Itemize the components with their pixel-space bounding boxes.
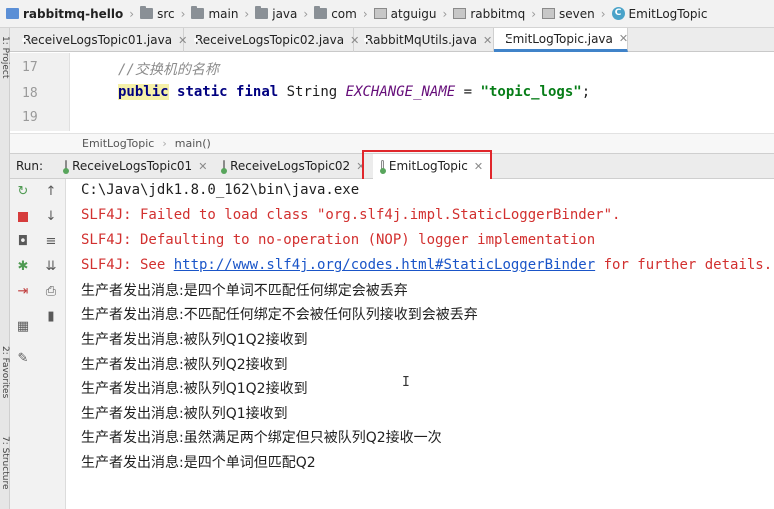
editor-gutter: 17 18 19 xyxy=(10,53,70,131)
console-message: 生产者发出消息:是四个单词但匹配Q2 xyxy=(81,455,316,471)
close-icon[interactable]: ✕ xyxy=(483,34,492,47)
folder-icon xyxy=(255,6,269,19)
code-line-18: public static final String EXCHANGE_NAME… xyxy=(118,84,590,100)
scroll-down-icon[interactable]: ↓ xyxy=(44,210,58,224)
keyword-final: final xyxy=(236,84,279,100)
editor-tab-bar: ReceiveLogsTopic01.java ✕ ReceiveLogsTopi… xyxy=(0,28,774,52)
breadcrumb-project[interactable]: rabbitmq-hello xyxy=(6,7,123,21)
breadcrumb-item-atguigu[interactable]: atguigu xyxy=(373,7,437,21)
equals-sign: = xyxy=(463,84,473,100)
string-literal: "topic_logs" xyxy=(480,84,582,100)
left-tool-strip: 1: Project 2: Favorites 7: Structure xyxy=(0,28,10,509)
line-number: 18 xyxy=(22,86,38,101)
type-string: String xyxy=(286,84,338,100)
package-icon xyxy=(373,8,387,19)
project-tool-button[interactable]: 1: Project xyxy=(0,36,10,78)
java-class-icon: C xyxy=(611,7,625,20)
scroll-up-icon[interactable]: ↑ xyxy=(44,185,58,199)
stop-icon[interactable] xyxy=(16,210,30,224)
breadcrumb-item-java[interactable]: java xyxy=(255,6,297,21)
breadcrumb-separator: › xyxy=(129,6,135,21)
breadcrumb-separator: › xyxy=(362,6,368,21)
line-number: 19 xyxy=(22,110,38,125)
package-icon xyxy=(453,8,467,19)
pin-icon[interactable]: ✎ xyxy=(16,352,30,366)
scroll-to-end-icon[interactable]: ⇊ xyxy=(44,260,58,274)
exit-icon[interactable]: ⇥ xyxy=(16,285,30,299)
clear-all-icon[interactable]: ▮ xyxy=(44,310,58,324)
breadcrumb-separator: › xyxy=(442,6,448,21)
layout-icon[interactable]: ▦ xyxy=(16,320,30,334)
breadcrumb-class[interactable]: EmitLogTopic xyxy=(82,137,154,150)
run-tab-receivelogstopic02[interactable]: ReceiveLogsTopic02 ✕ xyxy=(215,154,373,179)
console-message: 生产者发出消息:是四个单词不匹配任何绑定会被丢弃 xyxy=(81,283,408,299)
breadcrumb-item-emitlogtopic[interactable]: C EmitLogTopic xyxy=(611,7,707,21)
project-folder-icon xyxy=(6,8,19,19)
soft-wrap-icon[interactable]: ≡ xyxy=(44,235,58,249)
tab-receivelogstopic01[interactable]: ReceiveLogsTopic01.java ✕ xyxy=(12,28,187,52)
breadcrumb-item-main[interactable]: main xyxy=(191,6,238,21)
console-java-path: C:\Java\jdk1.8.0_162\bin\java.exe xyxy=(81,182,360,198)
run-toolbar: ↻ ↑ ↓ ◘ ≡ ✱ ⇊ ⇥ ⎙ ▮ ▦ ✎ xyxy=(10,179,66,509)
print-icon[interactable]: ⎙ xyxy=(44,285,58,299)
breadcrumb-item-com[interactable]: com xyxy=(314,6,357,21)
breadcrumb-separator: › xyxy=(244,6,250,21)
constant-exchange-name: EXCHANGE_NAME xyxy=(345,84,456,100)
breadcrumb-item-src[interactable]: src xyxy=(140,6,175,21)
semicolon: ; xyxy=(581,84,591,100)
run-tab-receivelogstopic01[interactable]: ReceiveLogsTopic01 ✕ xyxy=(57,154,215,179)
breadcrumb-separator: › xyxy=(162,137,167,150)
run-label: Run: xyxy=(16,159,44,173)
folder-icon xyxy=(191,6,205,19)
breadcrumb-separator: › xyxy=(600,6,606,21)
console-message: 生产者发出消息:被队列Q1Q2接收到 xyxy=(81,381,308,397)
package-icon xyxy=(542,8,555,19)
tab-emitlogtopic[interactable]: EmitLogTopic.java ✕ xyxy=(494,28,628,52)
structure-tool-button[interactable]: 7: Structure xyxy=(0,436,10,490)
navigation-bar: rabbitmq-hello › src › main › java › com… xyxy=(0,0,774,28)
console-message: 生产者发出消息:被队列Q1Q2接收到 xyxy=(81,332,308,348)
breadcrumb-item-rabbitmq[interactable]: rabbitmq xyxy=(453,7,525,21)
keyword-public: public xyxy=(118,84,169,100)
run-config-icon xyxy=(63,160,70,174)
code-editor[interactable]: //交换机的名称 public static final String EXCH… xyxy=(76,53,774,131)
console-message: 生产者发出消息:被队列Q1接收到 xyxy=(81,406,288,422)
close-icon[interactable]: ✕ xyxy=(198,160,207,173)
breadcrumb-separator: › xyxy=(180,6,186,21)
close-icon[interactable]: ✕ xyxy=(619,32,628,45)
breadcrumb-item-seven[interactable]: seven xyxy=(542,7,595,21)
console-slf4j-error-2: SLF4J: Defaulting to no-operation (NOP) … xyxy=(81,232,596,248)
run-config-icon xyxy=(221,160,228,174)
console-message: 生产者发出消息:虽然满足两个绑定但只被队列Q2接收一次 xyxy=(81,430,442,446)
keyword-static: static xyxy=(177,84,228,100)
folder-icon xyxy=(314,6,328,19)
console-slf4j-error-3: SLF4J: See http://www.slf4j.org/codes.ht… xyxy=(81,257,773,273)
tab-rabbitmqutils[interactable]: RabbitMqUtils.java ✕ xyxy=(354,28,494,52)
breadcrumb-separator: › xyxy=(303,6,309,21)
screenshot-icon[interactable]: ◘ xyxy=(16,235,30,249)
console-message: 生产者发出消息:不匹配任何绑定不会被任何队列接收到会被丢弃 xyxy=(81,307,478,323)
breadcrumb-method[interactable]: main() xyxy=(175,137,211,150)
console-output[interactable]: C:\Java\jdk1.8.0_162\bin\java.exe SLF4J:… xyxy=(66,179,774,509)
favorites-tool-button[interactable]: 2: Favorites xyxy=(0,346,10,398)
rerun-icon[interactable]: ↻ xyxy=(16,185,30,199)
text-cursor-icon: I xyxy=(402,375,410,390)
console-message: 生产者发出消息:被队列Q2接收到 xyxy=(81,357,288,373)
code-comment: //交换机的名称 xyxy=(118,62,219,78)
debug-icon[interactable]: ✱ xyxy=(16,260,30,274)
tab-receivelogstopic02[interactable]: ReceiveLogsTopic02.java ✕ xyxy=(184,28,359,52)
code-line-17: //交换机的名称 xyxy=(118,59,219,79)
console-slf4j-error-1: SLF4J: Failed to load class "org.slf4j.i… xyxy=(81,207,621,223)
line-number: 17 xyxy=(22,60,38,75)
slf4j-docs-link[interactable]: http://www.slf4j.org/codes.html#StaticLo… xyxy=(174,257,595,273)
folder-icon xyxy=(140,6,154,19)
breadcrumb-separator: › xyxy=(531,6,536,21)
